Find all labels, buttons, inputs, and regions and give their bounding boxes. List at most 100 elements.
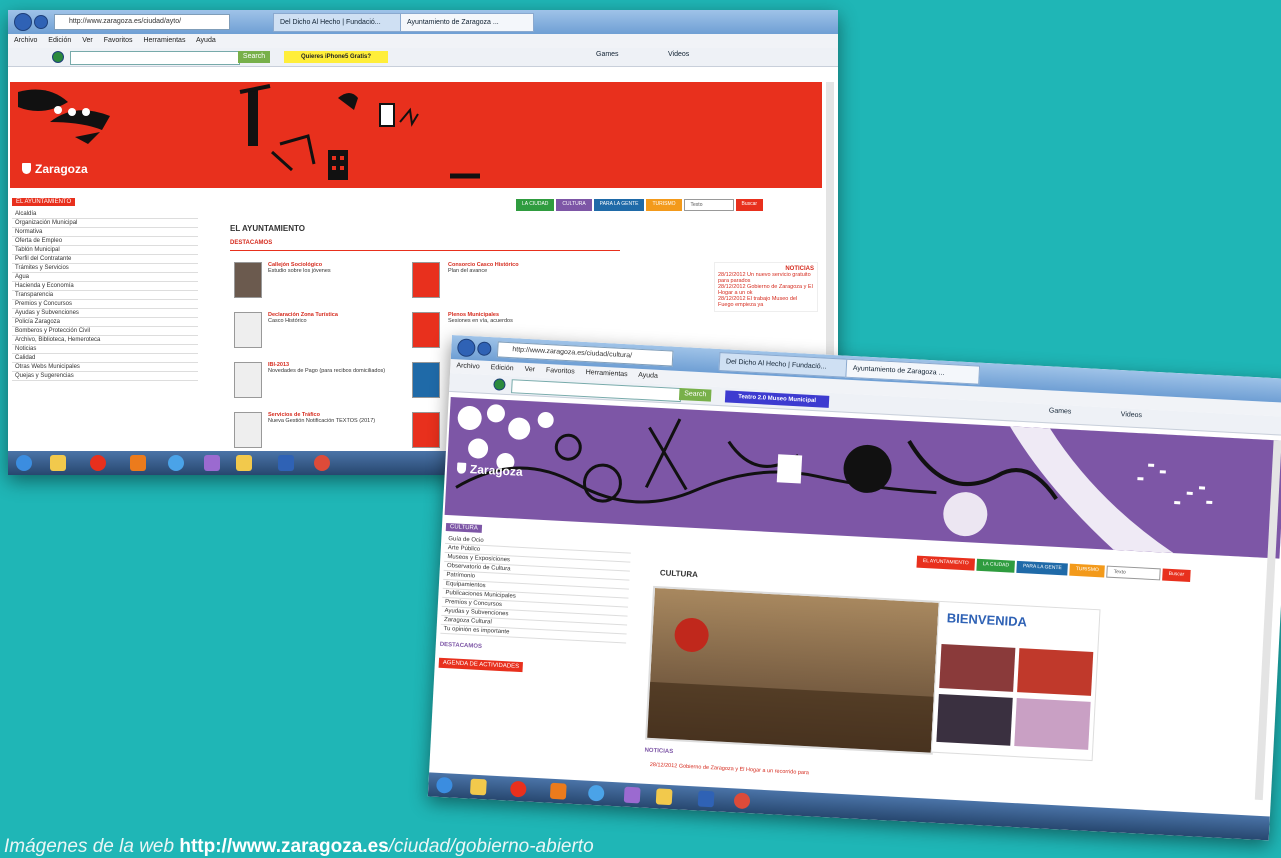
toolbar-search-button[interactable]: Search: [678, 387, 712, 402]
zaragoza-logo[interactable]: Zaragoza: [22, 162, 88, 176]
chrome-icon[interactable]: [314, 455, 330, 471]
feature-thumbnail[interactable]: [234, 362, 262, 398]
side-menu-item[interactable]: Tablón Municipal: [12, 246, 198, 255]
tab-turismo[interactable]: TURISMO: [1069, 563, 1106, 578]
chrome-icon[interactable]: [733, 792, 751, 810]
tab-turismo[interactable]: TURISMO: [646, 199, 682, 211]
side-menu-item[interactable]: Policía Zaragoza: [12, 318, 198, 327]
toolbar-search-input[interactable]: [70, 51, 240, 65]
news-item[interactable]: 28/12/2012 Gobierno de Zaragoza y El Hog…: [718, 284, 814, 296]
app-icon[interactable]: [697, 790, 715, 808]
back-icon[interactable]: [14, 13, 32, 31]
feature-thumbnail[interactable]: [234, 412, 262, 448]
agenda-button[interactable]: AGENDA DE ACTIVIDADES: [438, 657, 524, 673]
feature-thumbnail[interactable]: [234, 312, 262, 348]
feature-thumbnail[interactable]: [412, 362, 440, 398]
side-menu-item[interactable]: Oferta de Empleo: [12, 237, 198, 246]
feature-thumbnail[interactable]: [412, 262, 440, 298]
promo-banner[interactable]: Quieres iPhone5 Gratis?: [284, 51, 388, 63]
breadcrumb-ayuntamiento[interactable]: EL AYUNTAMIENTO: [12, 198, 76, 206]
address-bar[interactable]: http://www.zaragoza.es/ciudad/ayto/: [54, 14, 230, 30]
menu-favoritos[interactable]: Favoritos: [546, 367, 575, 375]
site-search-button[interactable]: Buscar: [1162, 568, 1191, 582]
featured-slideshow[interactable]: [645, 585, 941, 755]
menu-archivo[interactable]: Archivo: [14, 37, 37, 44]
tab-cultura[interactable]: CULTURA: [556, 199, 592, 211]
feature-thumbnail[interactable]: [412, 312, 440, 348]
menu-herramientas[interactable]: Herramientas: [585, 369, 627, 378]
side-menu-item[interactable]: Calidad: [12, 354, 198, 363]
site-search-input[interactable]: Texto: [1106, 565, 1161, 581]
tab-fundacion[interactable]: Del Dicho Al Hecho | Fundació...: [273, 13, 409, 32]
menu-ver[interactable]: Ver: [82, 37, 93, 44]
media-icon[interactable]: [509, 780, 527, 798]
start-icon[interactable]: [16, 455, 32, 471]
side-menu-item[interactable]: Alcaldía: [12, 210, 198, 219]
games-button[interactable]: Games: [596, 51, 619, 58]
promo-banner[interactable]: Teatro 2.0 Museo Municipal: [724, 390, 830, 408]
gallery-thumb[interactable]: [939, 644, 1016, 692]
feature-item[interactable]: Declaración Zona Turística Casco Históric…: [268, 312, 388, 324]
app-icon[interactable]: [278, 455, 294, 471]
feature-thumbnail[interactable]: [234, 262, 262, 298]
side-menu-item[interactable]: Bomberos y Protección Civil: [12, 327, 198, 336]
feature-item[interactable]: Plenos Municipales Sesiones en vía, acuer…: [448, 312, 568, 324]
feature-item[interactable]: Consorcio Casco Histórico Plan del avance: [448, 262, 568, 274]
feature-item[interactable]: IBI-2013 Novedades de Pago (para recibos …: [268, 362, 388, 374]
gallery-thumb[interactable]: [1014, 698, 1091, 750]
menu-ver[interactable]: Ver: [524, 366, 535, 374]
tab-ayuntamiento[interactable]: Ayuntamiento de Zaragoza ...: [845, 358, 981, 385]
menu-ayuda[interactable]: Ayuda: [196, 37, 216, 44]
news-item[interactable]: 28/12/2012 Un nuevo servicio gratuito pa…: [718, 272, 814, 284]
ie-icon[interactable]: [168, 455, 184, 471]
toolbar-search-button[interactable]: Search: [238, 51, 270, 63]
gallery-thumb[interactable]: [936, 693, 1013, 746]
mail-icon[interactable]: [236, 455, 252, 471]
caption-url[interactable]: http://www.zaragoza.es: [179, 836, 388, 857]
side-menu-item[interactable]: Trámites y Servicios: [12, 264, 198, 273]
tab-para-la-gente[interactable]: PARA LA GENTE: [1016, 560, 1069, 576]
start-icon[interactable]: [436, 776, 453, 794]
games-button[interactable]: Games: [1049, 407, 1072, 415]
feature-item[interactable]: Callejón Sociológico Estudio sobre los jó…: [268, 262, 388, 274]
breadcrumb-cultura[interactable]: CULTURA: [445, 522, 482, 533]
videos-button[interactable]: Videos: [668, 51, 689, 58]
side-menu-item[interactable]: Perfil del Contratante: [12, 255, 198, 264]
menu-edicion[interactable]: Edición: [490, 364, 513, 372]
tab-la-ciudad[interactable]: LA CIUDAD: [976, 558, 1016, 573]
news-item[interactable]: 28/12/2012 Gobierno de Zaragoza y El Hog…: [650, 762, 809, 776]
menu-archivo[interactable]: Archivo: [456, 362, 480, 370]
menu-favoritos[interactable]: Favoritos: [104, 37, 133, 44]
back-icon[interactable]: [456, 338, 476, 358]
feature-thumbnail[interactable]: [412, 412, 440, 448]
tab-la-ciudad[interactable]: LA CIUDAD: [516, 199, 555, 211]
gallery-thumb[interactable]: [1017, 648, 1094, 696]
news-item[interactable]: 28/12/2012 El trabajo Museo del Fuego em…: [718, 296, 814, 308]
side-menu-item[interactable]: Transparencia: [12, 291, 198, 300]
side-menu-item[interactable]: Otras Webs Municipales: [12, 363, 198, 372]
side-menu-item[interactable]: Normativa: [12, 228, 198, 237]
menu-edicion[interactable]: Edición: [48, 37, 71, 44]
media-icon[interactable]: [90, 455, 106, 471]
side-menu-item[interactable]: Agua: [12, 273, 198, 282]
folder-icon[interactable]: [469, 778, 487, 796]
side-menu-item[interactable]: Noticias: [12, 345, 198, 354]
side-menu-item[interactable]: Ayudas y Subvenciones: [12, 309, 198, 318]
side-menu-item[interactable]: Organización Municipal: [12, 219, 198, 228]
tab-el-ayuntamiento[interactable]: EL AYUNTAMIENTO: [916, 555, 975, 571]
tab-ayuntamiento[interactable]: Ayuntamiento de Zaragoza ...: [400, 13, 534, 32]
mail-icon[interactable]: [655, 788, 673, 806]
side-menu-item[interactable]: Archivo, Biblioteca, Hemeroteca: [12, 336, 198, 345]
tab-para-la-gente[interactable]: PARA LA GENTE: [593, 199, 645, 211]
app-icon[interactable]: [623, 786, 641, 804]
app-icon[interactable]: [549, 782, 567, 800]
menu-herramientas[interactable]: Herramientas: [143, 37, 185, 44]
app-icon[interactable]: [130, 455, 146, 471]
ie-icon[interactable]: [587, 784, 605, 802]
menu-ayuda[interactable]: Ayuda: [638, 372, 658, 380]
feature-item[interactable]: Servicios de Tráfico Nueva Gestión Notifi…: [268, 412, 388, 424]
forward-icon[interactable]: [34, 15, 48, 29]
app-icon[interactable]: [204, 455, 220, 471]
folder-icon[interactable]: [50, 455, 66, 471]
forward-icon[interactable]: [476, 341, 492, 357]
